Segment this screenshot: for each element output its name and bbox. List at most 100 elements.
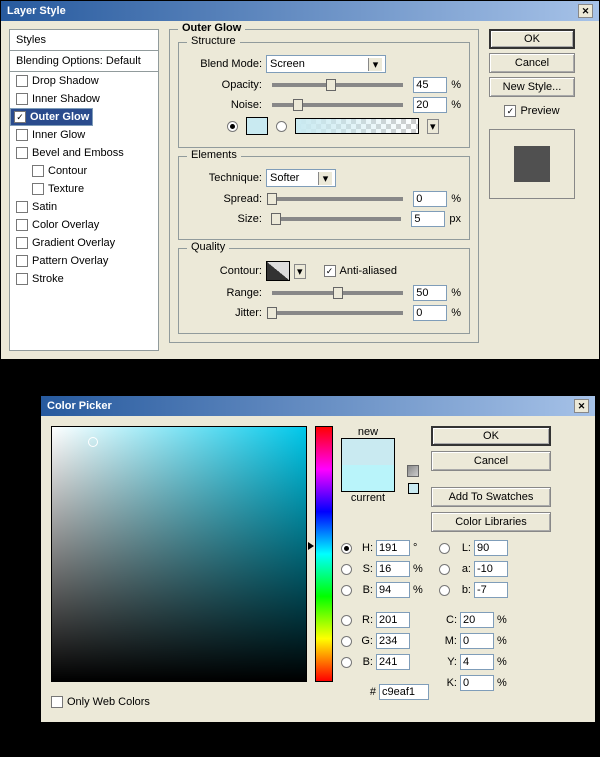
checkbox-icon[interactable]	[16, 147, 28, 159]
glow-gradient-radio[interactable]	[276, 121, 287, 132]
opacity-slider[interactable]	[272, 83, 403, 87]
y-input[interactable]: 4	[460, 654, 494, 670]
h-input[interactable]: 191	[376, 540, 410, 556]
jitter-input[interactable]: 0	[413, 305, 447, 321]
new-style-button[interactable]: New Style...	[489, 77, 575, 97]
close-icon[interactable]: ✕	[578, 4, 593, 18]
a-input[interactable]: -10	[474, 561, 508, 577]
r-input[interactable]: 201	[376, 612, 410, 628]
style-contour[interactable]: Contour	[10, 162, 158, 180]
range-input[interactable]: 50	[413, 285, 447, 301]
anti-aliased-checkbox[interactable]	[324, 265, 336, 277]
web-safe-icon[interactable]	[407, 465, 419, 477]
jitter-slider[interactable]	[272, 311, 403, 315]
opacity-input[interactable]: 45	[413, 77, 447, 93]
hue-slider[interactable]	[315, 426, 333, 682]
blend-mode-label: Blend Mode:	[187, 58, 262, 70]
s-input[interactable]: 16	[376, 561, 410, 577]
checkbox-icon[interactable]	[16, 219, 28, 231]
cancel-button[interactable]: Cancel	[489, 53, 575, 73]
contour-picker[interactable]	[266, 261, 290, 281]
style-pattern-overlay[interactable]: Pattern Overlay	[10, 252, 158, 270]
checkbox-icon[interactable]	[32, 165, 44, 177]
current-color-swatch	[342, 465, 394, 491]
color-picker-titlebar[interactable]: Color Picker ✕	[41, 396, 595, 416]
checkbox-icon[interactable]	[16, 237, 28, 249]
ok-button[interactable]: OK	[489, 29, 575, 49]
style-inner-shadow[interactable]: Inner Shadow	[10, 90, 158, 108]
checkbox-icon[interactable]	[16, 201, 28, 213]
s-radio[interactable]	[341, 564, 352, 575]
c-input[interactable]: 20	[460, 612, 494, 628]
style-outer-glow[interactable]: Outer Glow	[10, 108, 93, 126]
noise-input[interactable]: 20	[413, 97, 447, 113]
only-web-colors-checkbox[interactable]	[51, 696, 63, 708]
close-icon[interactable]: ✕	[574, 399, 589, 413]
technique-label: Technique:	[187, 172, 262, 184]
checkbox-icon[interactable]	[16, 255, 28, 267]
b-rgb-radio[interactable]	[341, 657, 352, 668]
jitter-label: Jitter:	[187, 307, 262, 319]
hex-input[interactable]: c9eaf1	[379, 684, 429, 700]
color-picker-title: Color Picker	[47, 400, 112, 412]
add-to-swatches-button[interactable]: Add To Swatches	[431, 487, 551, 507]
style-inner-glow[interactable]: Inner Glow	[10, 126, 158, 144]
size-input[interactable]: 5	[411, 211, 445, 227]
g-radio[interactable]	[341, 636, 352, 647]
style-texture[interactable]: Texture	[10, 180, 158, 198]
b-hsb-radio[interactable]	[341, 585, 352, 596]
preview-checkbox[interactable]	[504, 105, 516, 117]
b-rgb-input[interactable]: 241	[376, 654, 410, 670]
g-input[interactable]: 234	[376, 633, 410, 649]
style-color-overlay[interactable]: Color Overlay	[10, 216, 158, 234]
range-slider[interactable]	[272, 291, 403, 295]
b-lab-input[interactable]: -7	[474, 582, 508, 598]
ok-button[interactable]: OK	[431, 426, 551, 446]
saturation-value-field[interactable]	[51, 426, 307, 682]
l-input[interactable]: 90	[474, 540, 508, 556]
blend-mode-select[interactable]: Screen▾	[266, 55, 386, 73]
glow-gradient-picker[interactable]	[295, 118, 419, 134]
style-bevel-emboss[interactable]: Bevel and Emboss	[10, 144, 158, 162]
current-label: current	[341, 492, 395, 504]
checkbox-icon[interactable]	[16, 93, 28, 105]
spread-slider[interactable]	[272, 197, 403, 201]
blending-options[interactable]: Blending Options: Default	[10, 51, 158, 72]
checkbox-icon[interactable]	[14, 111, 26, 123]
chevron-down-icon[interactable]: ▾	[294, 264, 306, 279]
checkbox-icon[interactable]	[32, 183, 44, 195]
a-radio[interactable]	[439, 564, 450, 575]
glow-color-radio[interactable]	[227, 121, 238, 132]
spread-input[interactable]: 0	[413, 191, 447, 207]
noise-slider[interactable]	[272, 103, 403, 107]
outer-glow-panel: Outer Glow Structure Blend Mode: Screen▾…	[169, 29, 479, 351]
color-libraries-button[interactable]: Color Libraries	[431, 512, 551, 532]
checkbox-icon[interactable]	[16, 273, 28, 285]
technique-select[interactable]: Softer▾	[266, 169, 336, 187]
styles-heading[interactable]: Styles	[10, 30, 158, 51]
cancel-button[interactable]: Cancel	[431, 451, 551, 471]
web-safe-swatch[interactable]	[408, 483, 419, 494]
chevron-down-icon: ▾	[368, 58, 382, 71]
checkbox-icon[interactable]	[16, 129, 28, 141]
b-hsb-input[interactable]: 94	[376, 582, 410, 598]
outer-glow-legend: Outer Glow	[178, 22, 245, 34]
l-radio[interactable]	[439, 543, 450, 554]
size-label: Size:	[187, 213, 262, 225]
k-input[interactable]: 0	[460, 675, 494, 691]
preview-box	[489, 129, 575, 199]
size-slider[interactable]	[272, 217, 401, 221]
checkbox-icon[interactable]	[16, 75, 28, 87]
chevron-down-icon[interactable]: ▾	[427, 119, 439, 134]
style-gradient-overlay[interactable]: Gradient Overlay	[10, 234, 158, 252]
layer-style-titlebar[interactable]: Layer Style ✕	[1, 1, 599, 21]
r-radio[interactable]	[341, 615, 352, 626]
style-satin[interactable]: Satin	[10, 198, 158, 216]
b-lab-radio[interactable]	[439, 585, 450, 596]
h-radio[interactable]	[341, 543, 352, 554]
style-drop-shadow[interactable]: Drop Shadow	[10, 72, 158, 90]
m-input[interactable]: 0	[460, 633, 494, 649]
glow-color-swatch[interactable]	[246, 117, 268, 135]
chevron-down-icon: ▾	[318, 172, 332, 185]
style-stroke[interactable]: Stroke	[10, 270, 158, 288]
